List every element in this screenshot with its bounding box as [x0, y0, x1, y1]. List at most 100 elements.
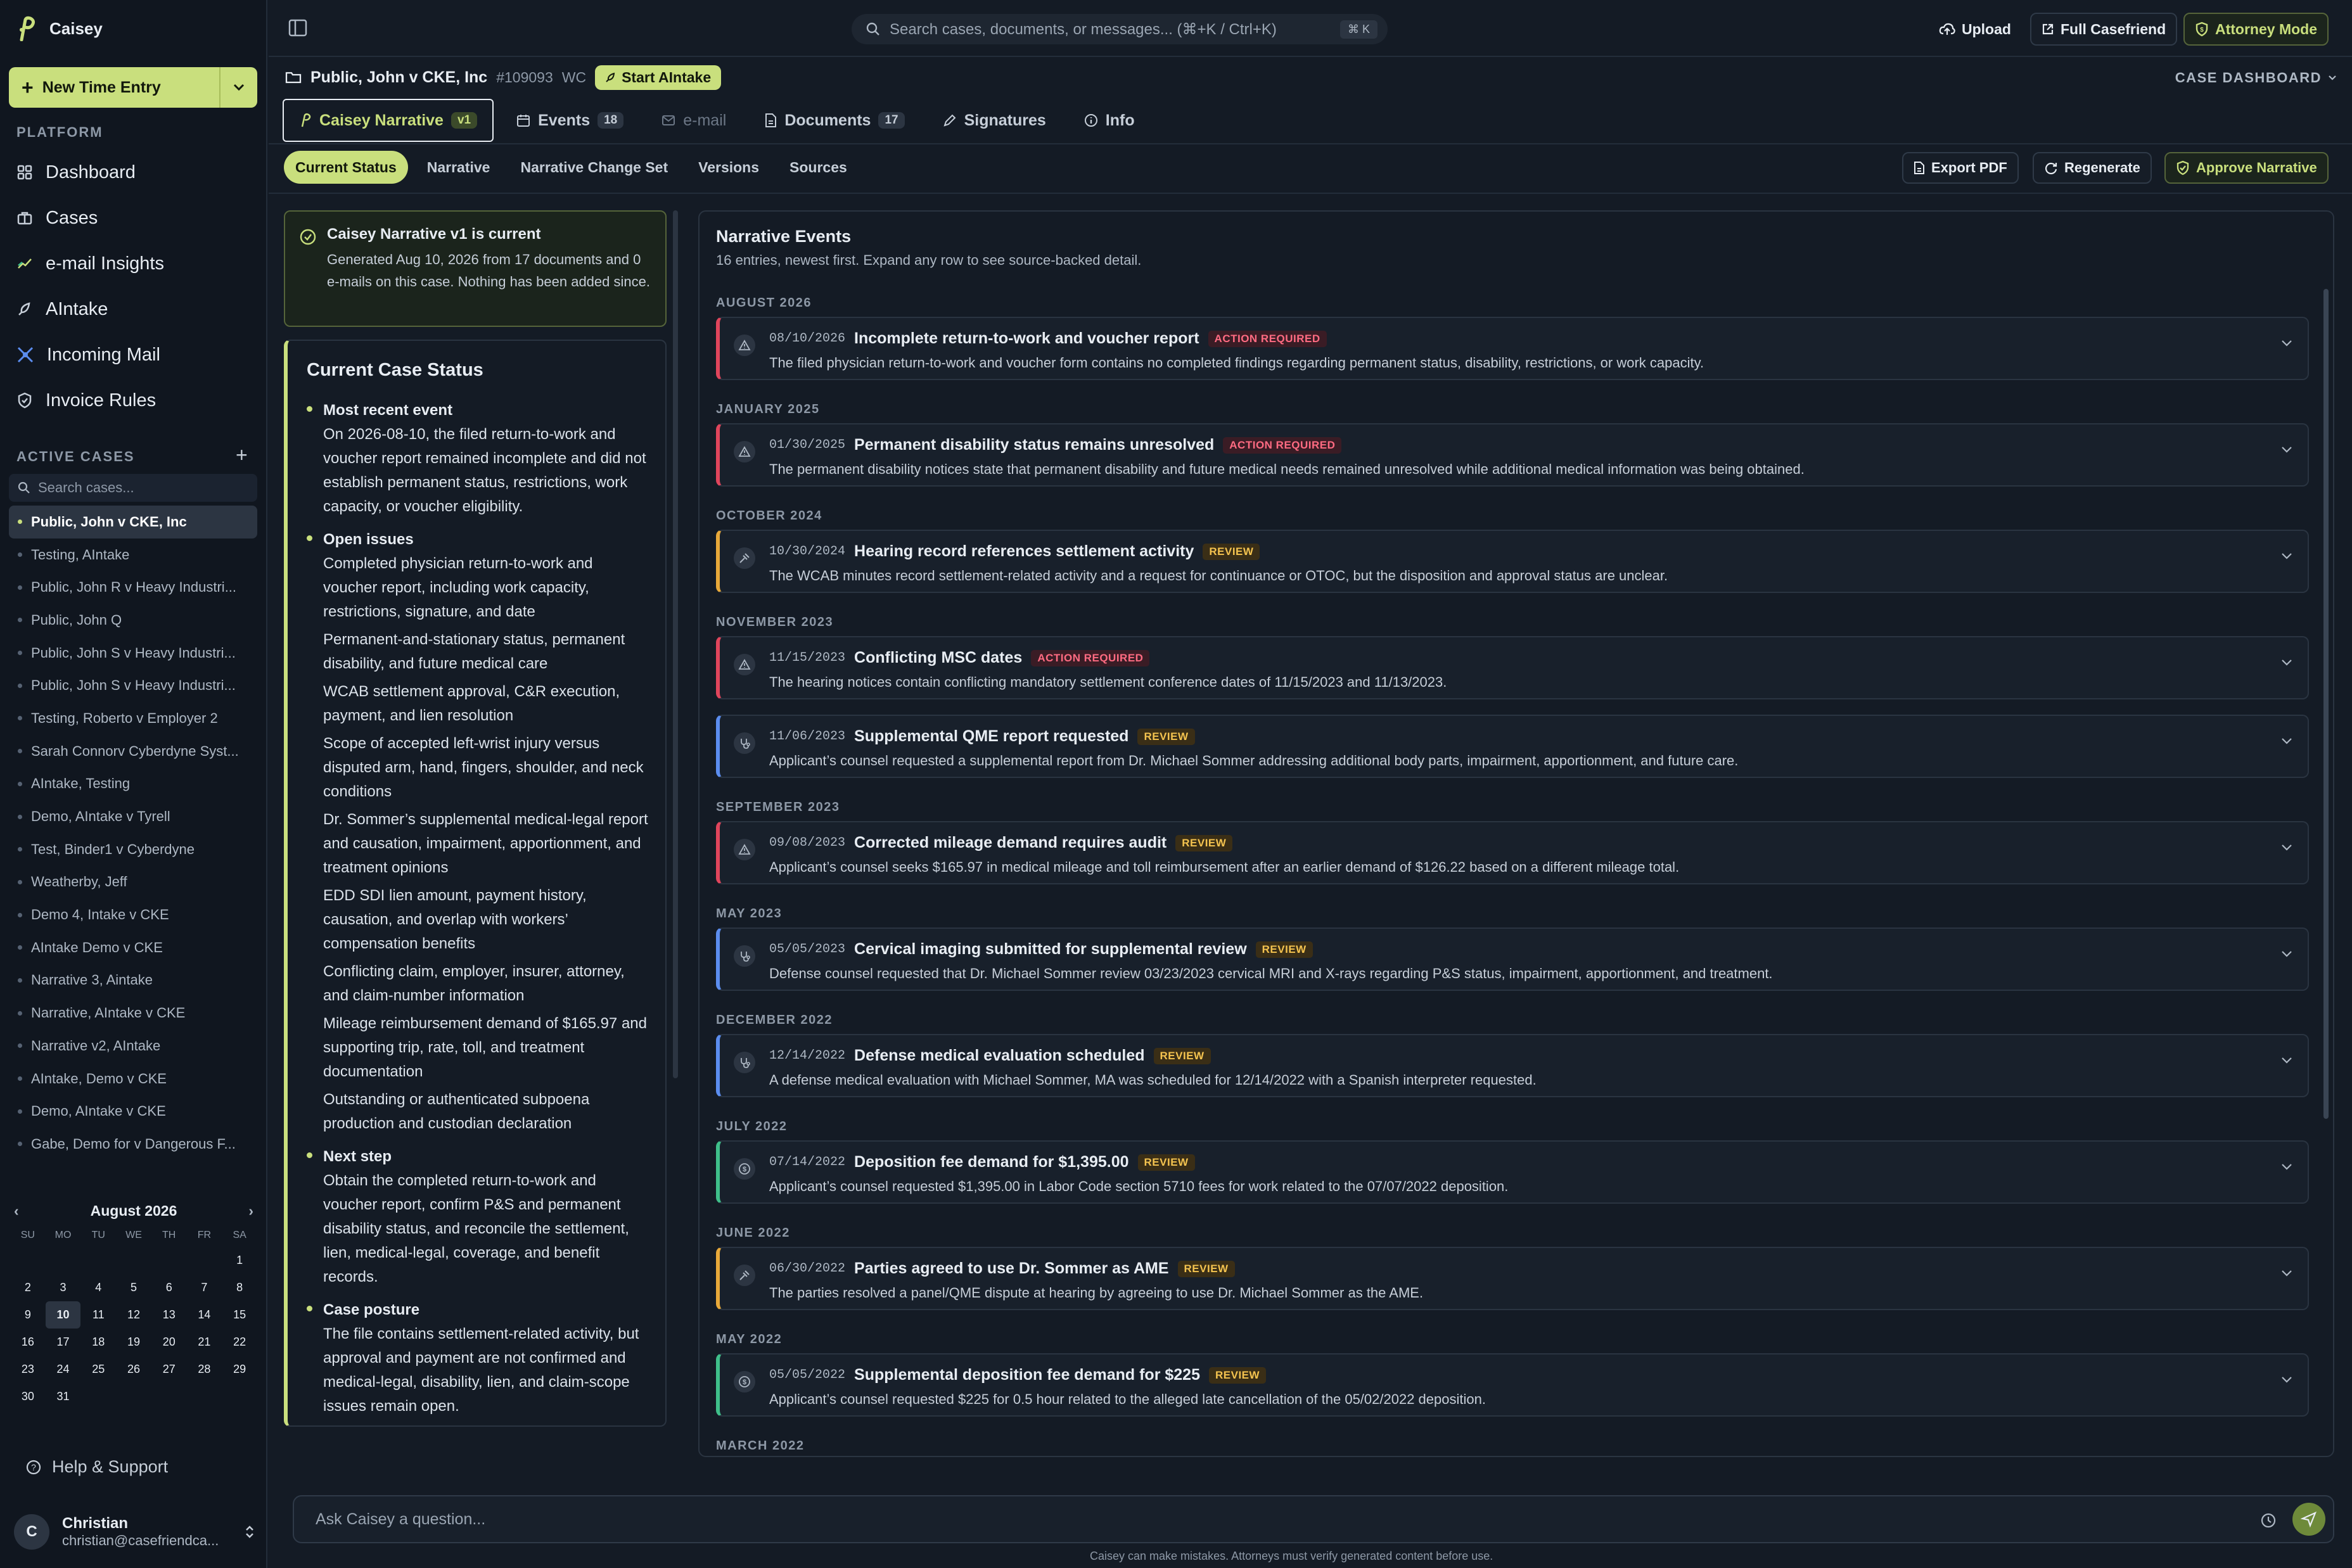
case-dashboard-menu[interactable]: CASE DASHBOARD — [2175, 70, 2337, 86]
prev-month-icon[interactable]: ‹ — [14, 1202, 19, 1220]
calendar-day[interactable]: 30 — [10, 1383, 46, 1410]
event-row[interactable]: 11/06/2023 Supplemental QME report reques… — [716, 715, 2309, 778]
calendar-day[interactable]: 9 — [10, 1301, 46, 1329]
case-list-item[interactable]: Demo, AIntake v Tyrell — [9, 800, 257, 833]
chevron-down-icon[interactable] — [2281, 1057, 2292, 1064]
calendar-day[interactable]: 16 — [10, 1329, 46, 1356]
left-scrollbar[interactable] — [673, 210, 678, 1078]
case-list-item[interactable]: Demo, AIntake v CKE — [9, 1095, 257, 1128]
calendar-day[interactable]: 4 — [80, 1274, 116, 1301]
event-row[interactable]: 01/30/2025 Permanent disability status re… — [716, 423, 2309, 487]
case-list-item[interactable]: Public, John S v Heavy Industri... — [9, 669, 257, 702]
events-scrollbar[interactable] — [2323, 289, 2329, 1119]
history-icon[interactable] — [2259, 1512, 2277, 1529]
calendar-day[interactable]: 3 — [46, 1274, 81, 1301]
calendar-day[interactable]: 14 — [187, 1301, 222, 1329]
subtab-narrative[interactable]: Narrative — [416, 151, 502, 184]
case-list-item[interactable]: Public, John v CKE, Inc — [9, 506, 257, 539]
tab-documents[interactable]: Documents 17 — [749, 99, 919, 142]
upload-button[interactable]: Upload — [1929, 13, 2021, 46]
event-row[interactable]: 12/14/2022 Defense medical evaluation sch… — [716, 1034, 2309, 1097]
send-button[interactable] — [2292, 1503, 2325, 1536]
nav-aintake[interactable]: AIntake — [9, 286, 257, 332]
calendar-day[interactable]: 24 — [46, 1356, 81, 1383]
global-search-input[interactable]: Search cases, documents, or messages... … — [852, 14, 1388, 44]
tab-email[interactable]: e-mail — [646, 99, 741, 142]
chevron-down-icon[interactable] — [2281, 340, 2292, 347]
event-row[interactable]: 06/30/2022 Parties agreed to use Dr. Somm… — [716, 1247, 2309, 1310]
event-row[interactable]: 09/08/2023 Corrected mileage demand requi… — [716, 821, 2309, 884]
regenerate-button[interactable]: Regenerate — [2033, 152, 2152, 184]
case-list-item[interactable]: Public, John Q — [9, 604, 257, 637]
calendar-day[interactable]: 19 — [116, 1329, 151, 1356]
case-list-item[interactable]: Public, John R v Heavy Industri... — [9, 571, 257, 604]
case-list-item[interactable]: Test, Binder1 v Cyberdyne — [9, 833, 257, 866]
full-casefriend-button[interactable]: Full Casefriend — [2030, 13, 2178, 46]
case-list-item[interactable]: Public, John S v Heavy Industri... — [9, 637, 257, 670]
calendar-day[interactable]: 18 — [80, 1329, 116, 1356]
nav-dashboard[interactable]: Dashboard — [9, 150, 257, 195]
calendar-day[interactable]: 10 — [45, 1301, 81, 1329]
calendar-day[interactable]: 17 — [46, 1329, 81, 1356]
case-list-item[interactable]: AIntake, Testing — [9, 768, 257, 801]
new-time-entry-dropdown[interactable] — [219, 67, 257, 108]
calendar-day[interactable]: 22 — [222, 1329, 257, 1356]
chevron-down-icon[interactable] — [2281, 446, 2292, 454]
subtab-versions[interactable]: Versions — [687, 151, 770, 184]
chevron-down-icon[interactable] — [2281, 552, 2292, 560]
brand[interactable]: Caisey — [16, 15, 103, 42]
chevron-down-icon[interactable] — [2281, 1270, 2292, 1277]
new-time-entry-main[interactable]: + New Time Entry — [9, 67, 219, 108]
calendar-day[interactable]: 27 — [151, 1356, 187, 1383]
tab-events[interactable]: Events 18 — [501, 99, 639, 142]
calendar-day[interactable]: 29 — [222, 1356, 257, 1383]
subtab-narrative-change-set[interactable]: Narrative Change Set — [509, 151, 679, 184]
calendar-day[interactable]: 26 — [116, 1356, 151, 1383]
calendar-day[interactable]: 1 — [222, 1247, 257, 1274]
calendar-day[interactable]: 2 — [10, 1274, 46, 1301]
event-row[interactable]: $05/05/2022 Supplemental deposition fee d… — [716, 1353, 2309, 1417]
chevron-down-icon[interactable] — [2281, 1376, 2292, 1384]
add-case-icon[interactable]: + — [236, 443, 248, 467]
sidebar-toggle-icon[interactable] — [288, 18, 308, 38]
calendar-day[interactable]: 5 — [116, 1274, 151, 1301]
tab-info[interactable]: Info — [1069, 99, 1150, 142]
case-list-item[interactable]: Weatherby, Jeff — [9, 866, 257, 899]
calendar-day[interactable]: 11 — [80, 1301, 116, 1329]
calendar-day[interactable]: 28 — [187, 1356, 222, 1383]
subtab-current-status[interactable]: Current Status — [284, 151, 408, 184]
tab-caisey-narrative[interactable]: Caisey Narrative v1 — [283, 99, 494, 142]
next-month-icon[interactable]: › — [248, 1202, 253, 1220]
ask-caisey-input[interactable]: Ask Caisey a question... — [293, 1495, 2334, 1543]
case-list-item[interactable]: AIntake, Demo v CKE — [9, 1062, 257, 1095]
calendar-day[interactable]: 15 — [222, 1301, 257, 1329]
nav-cases[interactable]: Cases — [9, 195, 257, 241]
event-row[interactable]: 10/30/2024 Hearing record references sett… — [716, 530, 2309, 593]
calendar-day[interactable]: 12 — [116, 1301, 151, 1329]
chevron-down-icon[interactable] — [2281, 737, 2292, 745]
case-search-input[interactable]: Search cases... — [9, 474, 257, 502]
start-aintake-button[interactable]: Start AIntake — [595, 65, 722, 90]
case-list-item[interactable]: AIntake Demo v CKE — [9, 931, 257, 964]
calendar-day[interactable]: 31 — [46, 1383, 81, 1410]
case-list-item[interactable]: Demo 4, Intake v CKE — [9, 898, 257, 931]
case-list-item[interactable]: Narrative, AIntake v CKE — [9, 997, 257, 1029]
attorney-mode-button[interactable]: $ Attorney Mode — [2183, 13, 2329, 46]
chevron-down-icon[interactable] — [2281, 1163, 2292, 1171]
approve-narrative-button[interactable]: Approve Narrative — [2164, 152, 2329, 184]
event-row[interactable]: $07/14/2022 Deposition fee demand for $1,… — [716, 1140, 2309, 1204]
calendar-day[interactable]: 21 — [187, 1329, 222, 1356]
event-row[interactable]: 08/10/2026 Incomplete return-to-work and … — [716, 317, 2309, 380]
case-list-item[interactable]: Narrative v2, AIntake — [9, 1029, 257, 1062]
calendar-day[interactable]: 20 — [151, 1329, 187, 1356]
event-row[interactable]: 11/15/2023 Conflicting MSC dates ACTION RE… — [716, 636, 2309, 699]
calendar-day[interactable]: 25 — [80, 1356, 116, 1383]
new-time-entry-button[interactable]: + New Time Entry — [9, 67, 257, 108]
event-row[interactable]: 05/05/2023 Cervical imaging submitted for… — [716, 927, 2309, 991]
chevron-down-icon[interactable] — [2281, 950, 2292, 958]
tab-signatures[interactable]: Signatures — [928, 99, 1061, 142]
calendar-day[interactable]: 8 — [222, 1274, 257, 1301]
nav-incoming-mail[interactable]: Incoming Mail — [9, 332, 257, 378]
help-support-link[interactable]: ? Help & Support — [25, 1457, 168, 1477]
nav-invoice-rules[interactable]: Invoice Rules — [9, 378, 257, 423]
